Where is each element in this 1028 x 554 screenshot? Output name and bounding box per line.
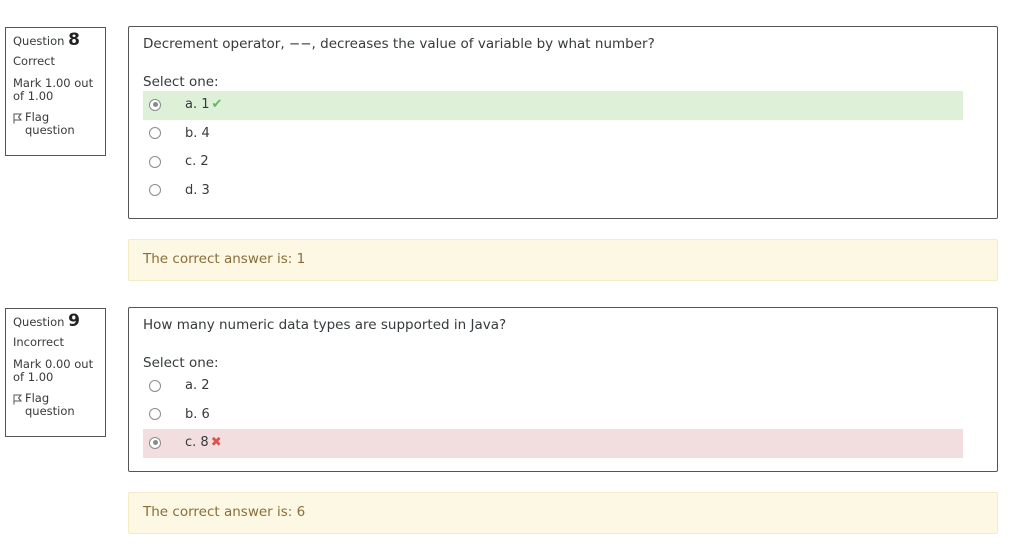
question-number-value: 9: [68, 311, 80, 331]
option-label: a. 1: [185, 97, 210, 112]
answer-option-d[interactable]: d. 3: [143, 177, 963, 206]
answer-options: a. 2 b. 6 c. 8 ✖: [143, 372, 963, 458]
question-formulation-9: How many numeric data types are supporte…: [128, 307, 998, 472]
question-number-value: 8: [68, 30, 80, 50]
answer-option-c[interactable]: c. 2: [143, 148, 963, 177]
question-state: Correct: [13, 54, 55, 68]
question-state: Incorrect: [13, 335, 64, 349]
correct-answer-text: The correct answer is: 1: [143, 251, 306, 267]
question-text: Decrement operator, −−, decreases the va…: [143, 36, 655, 52]
feedback-box-9: The correct answer is: 6: [128, 492, 998, 534]
question-info-9: Question 9 Incorrect Mark 0.00 out of 1.…: [5, 308, 106, 437]
flag-question-button[interactable]: Flag question: [13, 392, 98, 418]
flag-icon: [13, 394, 22, 405]
question-text: How many numeric data types are supporte…: [143, 317, 507, 333]
radio-button[interactable]: [149, 98, 161, 111]
flag-question-label: Flag question: [25, 391, 75, 418]
question-label: Question: [13, 315, 65, 329]
check-icon: ✔: [211, 97, 223, 112]
correct-answer-text: The correct answer is: 6: [143, 504, 306, 520]
option-label: c. 2: [185, 154, 209, 169]
select-one-prompt: Select one:: [143, 355, 219, 371]
radio-button[interactable]: [149, 127, 161, 139]
flag-icon: [13, 113, 22, 124]
option-label: a. 2: [185, 378, 210, 393]
answer-option-a[interactable]: a. 1 ✔: [143, 91, 963, 120]
question-number: Question 8: [13, 32, 98, 49]
radio-button[interactable]: [149, 408, 161, 420]
flag-question-button[interactable]: Flag question: [13, 111, 98, 137]
flag-question-label: Flag question: [25, 110, 75, 137]
question-info-8: Question 8 Correct Mark 1.00 out of 1.00…: [5, 27, 106, 156]
question-number: Question 9: [13, 313, 98, 330]
question-grade: Mark 1.00 out of 1.00: [13, 76, 94, 103]
option-label: b. 6: [185, 406, 210, 422]
radio-button[interactable]: [149, 155, 161, 168]
option-label: d. 3: [185, 182, 210, 198]
cross-icon: ✖: [210, 435, 222, 450]
select-one-prompt: Select one:: [143, 74, 219, 90]
radio-button[interactable]: [149, 436, 161, 449]
answer-option-c[interactable]: c. 8 ✖: [143, 429, 963, 458]
answer-options: a. 1 ✔ b. 4 c. 2 d. 3: [143, 91, 963, 205]
question-grade: Mark 0.00 out of 1.00: [13, 357, 94, 384]
answer-option-b[interactable]: b. 4: [143, 120, 963, 149]
option-label: b. 4: [185, 125, 210, 141]
radio-button[interactable]: [149, 379, 161, 392]
question-formulation-8: Decrement operator, −−, decreases the va…: [128, 26, 998, 219]
question-label: Question: [13, 34, 65, 48]
answer-option-b[interactable]: b. 6: [143, 401, 963, 430]
answer-option-a[interactable]: a. 2: [143, 372, 963, 401]
feedback-box-8: The correct answer is: 1: [128, 239, 998, 281]
option-label: c. 8: [185, 435, 209, 450]
radio-button[interactable]: [149, 184, 161, 196]
